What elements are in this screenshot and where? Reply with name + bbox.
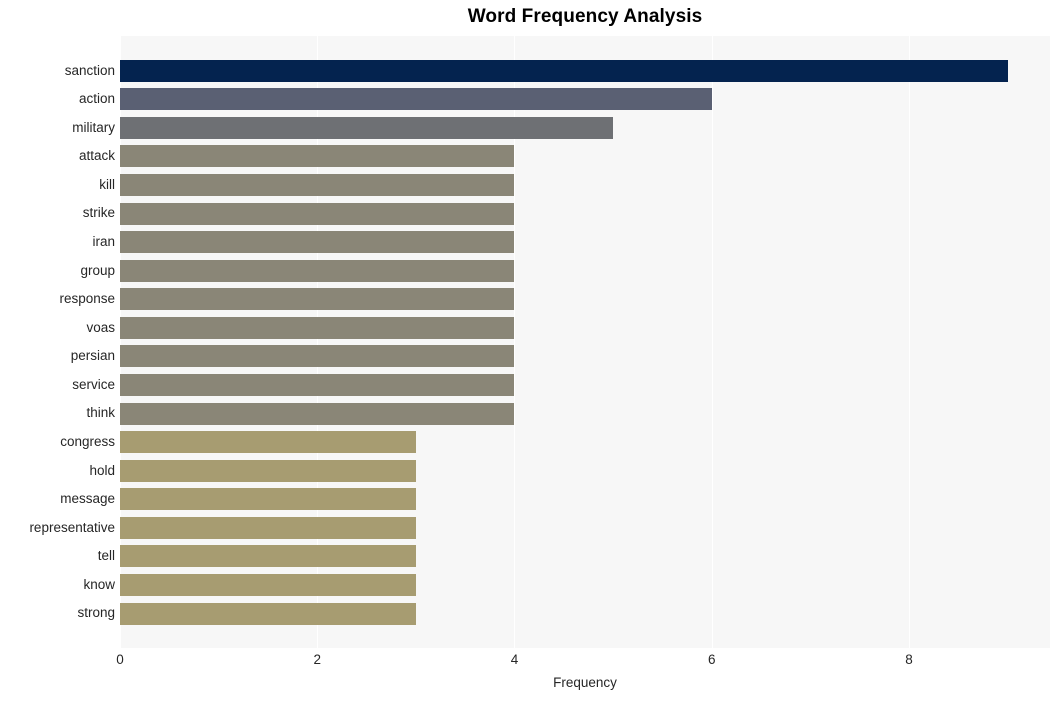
y-tick-label: service bbox=[72, 376, 115, 392]
bar[interactable] bbox=[120, 259, 515, 282]
bar[interactable] bbox=[120, 145, 515, 168]
bar-row bbox=[120, 513, 1050, 542]
bar-row bbox=[120, 313, 1050, 342]
bar[interactable] bbox=[120, 316, 515, 339]
bar[interactable] bbox=[120, 373, 515, 396]
x-axis: 0 2 4 6 8 bbox=[0, 652, 1060, 672]
x-tick-label: 2 bbox=[313, 652, 321, 667]
bar[interactable] bbox=[120, 231, 515, 254]
bar-row bbox=[120, 56, 1050, 85]
bar-row bbox=[120, 342, 1050, 371]
y-tick-label: attack bbox=[78, 148, 115, 164]
y-tick-label: strike bbox=[82, 205, 115, 221]
x-tick-label: 6 bbox=[707, 652, 716, 667]
bar-row bbox=[120, 228, 1050, 257]
bar[interactable] bbox=[120, 288, 515, 311]
y-tick-label: hold bbox=[89, 462, 115, 478]
bar-row bbox=[120, 371, 1050, 400]
bar[interactable] bbox=[120, 545, 416, 568]
bar[interactable] bbox=[120, 459, 416, 482]
y-tick-label: congress bbox=[60, 434, 115, 449]
y-tick-label: persian bbox=[70, 348, 115, 364]
y-tick-label: military bbox=[72, 119, 115, 135]
y-axis: sanction action military attack kill strike ir… bbox=[0, 36, 115, 648]
bar[interactable] bbox=[120, 488, 416, 511]
y-tick-label: sanction bbox=[64, 62, 115, 78]
bar-row bbox=[120, 113, 1050, 142]
x-tick-label: 0 bbox=[116, 652, 124, 667]
x-axis-title: Frequency bbox=[553, 675, 617, 690]
y-tick-label: iran bbox=[92, 234, 115, 249]
chart-figure: Word Frequency Analysis sanction action mi… bbox=[0, 0, 1060, 701]
y-tick-label: group bbox=[80, 262, 115, 278]
bar-row bbox=[120, 285, 1050, 314]
y-tick-label: action bbox=[78, 91, 115, 107]
bar[interactable] bbox=[120, 345, 515, 368]
y-tick-label: tell bbox=[97, 548, 115, 564]
bar[interactable] bbox=[120, 116, 614, 139]
y-tick-label: representative bbox=[29, 519, 115, 535]
bar[interactable] bbox=[120, 173, 515, 196]
y-tick-label: strong bbox=[77, 605, 115, 621]
bar[interactable] bbox=[120, 516, 416, 539]
bar-row bbox=[120, 542, 1050, 571]
bar-row bbox=[120, 571, 1050, 600]
y-tick-label: think bbox=[86, 405, 115, 421]
x-tick-label: 8 bbox=[905, 652, 913, 667]
bar[interactable] bbox=[120, 431, 416, 454]
bar-row bbox=[120, 142, 1050, 171]
y-tick-label: kill bbox=[99, 176, 115, 192]
y-tick-label: message bbox=[60, 491, 115, 507]
bar-row bbox=[120, 199, 1050, 228]
plot-area bbox=[120, 36, 1050, 648]
y-tick-label: response bbox=[59, 291, 115, 307]
y-tick-label: know bbox=[83, 576, 115, 592]
bar-row bbox=[120, 428, 1050, 457]
bar[interactable] bbox=[120, 573, 416, 596]
bar-row bbox=[120, 171, 1050, 200]
bar-row bbox=[120, 456, 1050, 485]
bar-row bbox=[120, 485, 1050, 514]
bar[interactable] bbox=[120, 602, 416, 625]
bar[interactable] bbox=[120, 88, 712, 111]
bar-row bbox=[120, 399, 1050, 428]
x-tick-label: 4 bbox=[510, 652, 519, 667]
bar-row bbox=[120, 85, 1050, 114]
bar-row bbox=[120, 599, 1050, 628]
bar-row bbox=[120, 256, 1050, 285]
bar[interactable] bbox=[120, 59, 1008, 82]
bar[interactable] bbox=[120, 402, 515, 425]
bar[interactable] bbox=[120, 202, 515, 225]
y-tick-label: voas bbox=[86, 319, 115, 335]
page-title: Word Frequency Analysis bbox=[467, 6, 703, 27]
